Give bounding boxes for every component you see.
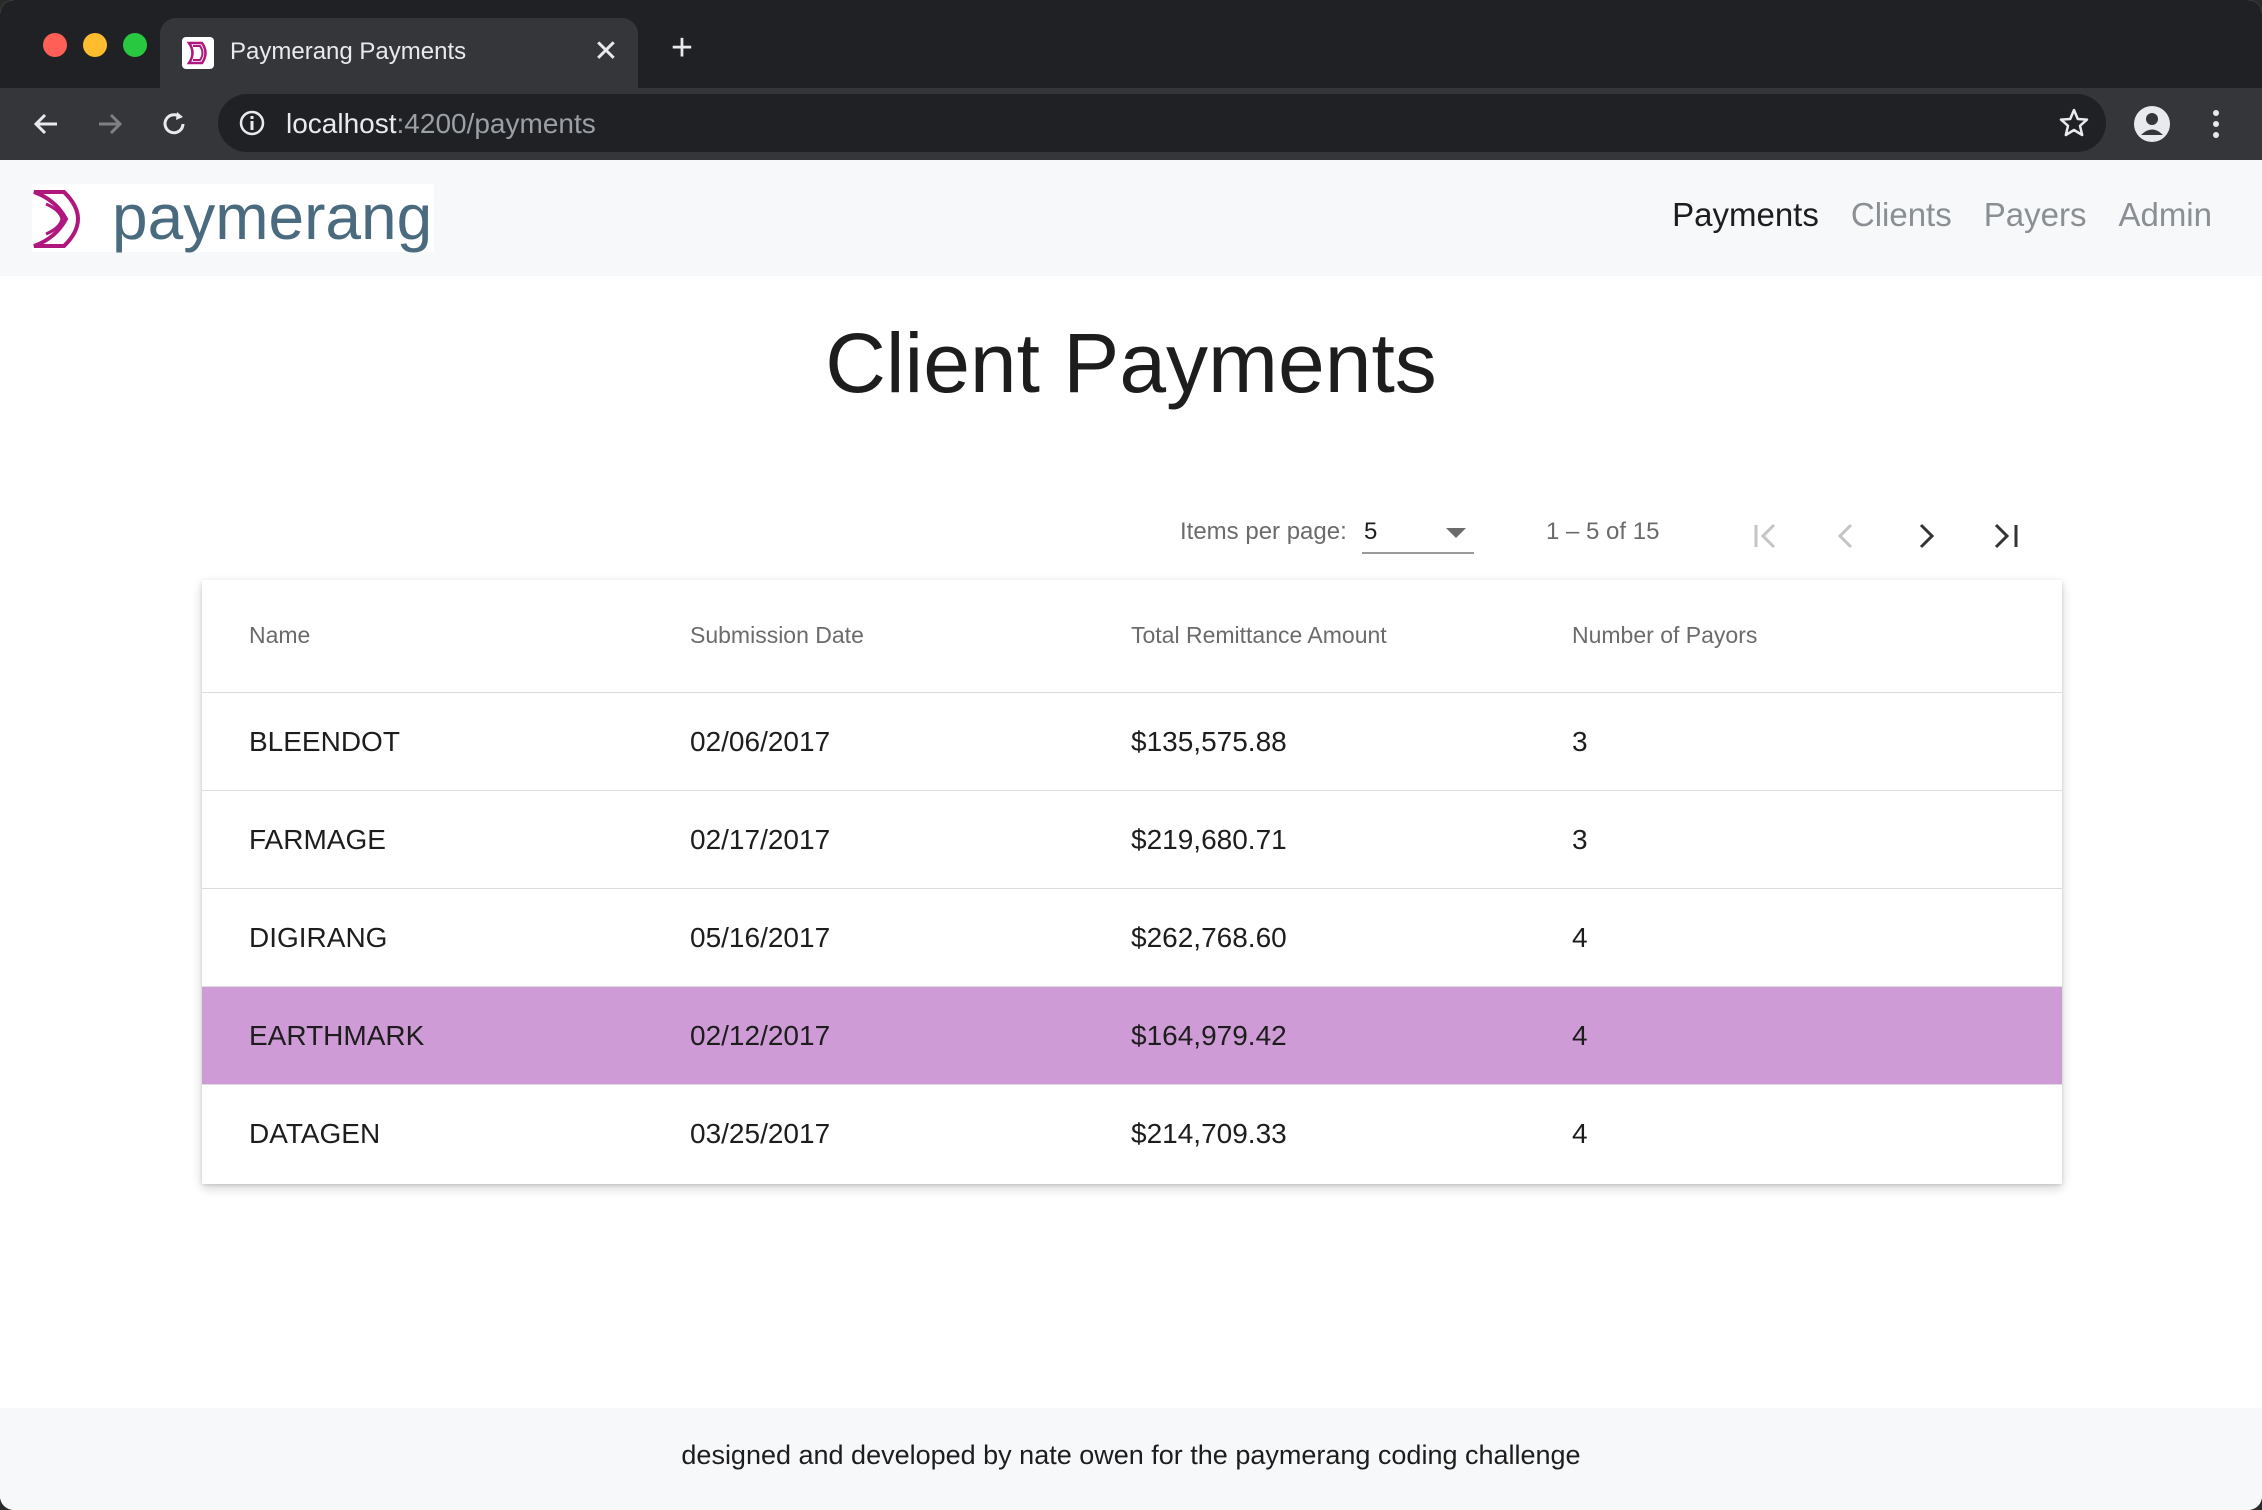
paymerang-logo[interactable]: paymerang <box>32 181 434 253</box>
paginator: Items per page: 5 1 – 5 of 15 <box>1170 500 2040 570</box>
tab-title: Paymerang Payments <box>230 38 467 65</box>
browser-toolbar: localhost:4200/payments <box>0 88 2262 160</box>
column-header-name[interactable]: Name <box>249 622 310 649</box>
column-header-submission-date[interactable]: Submission Date <box>690 622 864 649</box>
cell-name: FARMAGE <box>249 824 386 855</box>
maximize-window-button[interactable] <box>123 33 147 57</box>
cell-submission-date: 02/17/2017 <box>690 824 831 855</box>
logo-mark-icon <box>33 190 80 248</box>
cell-total-remittance: $164,979.42 <box>1131 1020 1287 1051</box>
cell-number-of-payors: 4 <box>1572 922 1588 953</box>
page-title: Client Payments <box>825 316 1437 410</box>
cell-name: DATAGEN <box>249 1118 381 1149</box>
cell-submission-date: 05/16/2017 <box>690 922 831 953</box>
cell-name: BLEENDOT <box>249 726 400 757</box>
cell-number-of-payors: 4 <box>1572 1020 1588 1051</box>
table-header: Name Submission Date Total Remittance Am… <box>202 580 2062 693</box>
first-page-button[interactable] <box>1738 508 1794 564</box>
last-page-icon <box>1994 523 2018 549</box>
cell-submission-date: 02/12/2017 <box>690 1020 831 1051</box>
url-text: localhost:4200/payments <box>286 108 596 140</box>
new-tab-button[interactable]: + <box>662 28 702 68</box>
chevron-left-icon <box>1837 523 1853 549</box>
last-page-button[interactable] <box>1978 508 2034 564</box>
minimize-window-button[interactable] <box>83 33 107 57</box>
first-page-icon <box>1754 523 1776 549</box>
items-per-page-select[interactable]: 5 <box>1362 510 1474 554</box>
previous-page-button[interactable] <box>1818 508 1874 564</box>
footer-credit: designed and developed by nate owen for … <box>681 1440 1581 1470</box>
browser-menu-icon[interactable] <box>2194 102 2238 146</box>
reload-icon[interactable] <box>152 102 196 146</box>
cell-total-remittance: $214,709.33 <box>1131 1118 1287 1149</box>
main-nav: Payments Clients Payers Admin <box>1672 196 2212 234</box>
dropdown-arrow-icon <box>1446 528 1466 538</box>
nav-payers[interactable]: Payers <box>1984 196 2087 234</box>
table-row[interactable]: FARMAGE 02/17/2017 $219,680.71 3 <box>202 791 2062 889</box>
address-bar[interactable]: localhost:4200/payments <box>218 94 2106 152</box>
browser-tab[interactable]: Paymerang Payments ✕ <box>160 18 638 88</box>
url-path: :4200/payments <box>396 108 596 139</box>
cell-total-remittance: $135,575.88 <box>1131 726 1287 757</box>
logo-text: paymerang <box>112 181 433 253</box>
items-per-page-value: 5 <box>1364 518 1378 545</box>
next-page-button[interactable] <box>1898 508 1954 564</box>
page: paymerang Payments Clients Payers Admin … <box>0 160 2262 1510</box>
cell-number-of-payors: 3 <box>1572 824 1588 855</box>
browser-window: Paymerang Payments ✕ + localhost:4200/pa… <box>0 0 2262 1510</box>
url-host: localhost <box>286 108 397 139</box>
info-icon[interactable] <box>238 109 266 137</box>
chevron-right-icon <box>1919 523 1935 549</box>
table-row-selected[interactable]: EARTHMARK 02/12/2017 $164,979.42 4 <box>202 987 2062 1085</box>
page-footer: designed and developed by nate owen for … <box>0 1408 2262 1510</box>
column-header-number-of-payors[interactable]: Number of Payors <box>1572 622 1757 649</box>
close-tab-icon[interactable]: ✕ <box>586 32 626 72</box>
back-icon[interactable] <box>24 102 68 146</box>
nav-admin[interactable]: Admin <box>2118 196 2212 234</box>
page-range-label: 1 – 5 of 15 <box>1546 518 1660 545</box>
cell-submission-date: 03/25/2017 <box>690 1118 831 1149</box>
items-per-page-label: Items per page: <box>1180 518 1347 545</box>
table-row[interactable]: DIGIRANG 05/16/2017 $262,768.60 4 <box>202 889 2062 987</box>
tab-bar: Paymerang Payments ✕ + <box>0 0 2262 88</box>
close-window-button[interactable] <box>43 33 67 57</box>
forward-icon[interactable] <box>88 102 132 146</box>
cell-name: DIGIRANG <box>249 922 388 953</box>
cell-total-remittance: $262,768.60 <box>1131 922 1287 953</box>
column-header-total-remittance[interactable]: Total Remittance Amount <box>1131 622 1387 649</box>
nav-clients[interactable]: Clients <box>1851 196 1952 234</box>
payments-table: Name Submission Date Total Remittance Am… <box>202 580 2062 1184</box>
cell-number-of-payors: 3 <box>1572 726 1588 757</box>
table-row[interactable]: BLEENDOT 02/06/2017 $135,575.88 3 <box>202 693 2062 791</box>
profile-icon[interactable] <box>2130 102 2174 146</box>
cell-submission-date: 02/06/2017 <box>690 726 831 757</box>
app-header: paymerang Payments Clients Payers Admin <box>0 160 2262 276</box>
favicon-icon <box>182 37 214 69</box>
bookmark-star-icon[interactable] <box>2058 107 2090 139</box>
cell-name: EARTHMARK <box>249 1020 425 1051</box>
nav-payments[interactable]: Payments <box>1672 196 1819 234</box>
cell-number-of-payors: 4 <box>1572 1118 1588 1149</box>
cell-total-remittance: $219,680.71 <box>1131 824 1287 855</box>
table-row[interactable]: DATAGEN 03/25/2017 $214,709.33 4 <box>202 1085 2062 1182</box>
